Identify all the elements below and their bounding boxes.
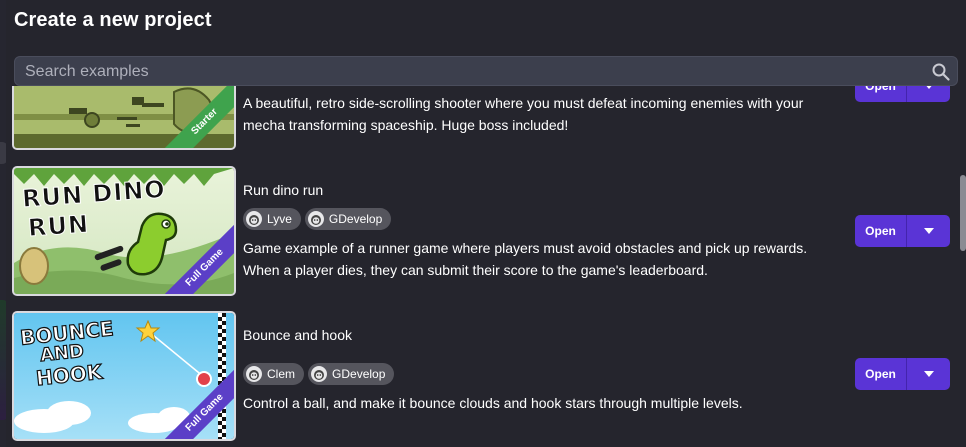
author-chip[interactable]: GDevelop bbox=[304, 208, 392, 230]
list-scrollbar[interactable] bbox=[960, 175, 966, 251]
examples-list: Starter A beautiful, retro side-scrollin… bbox=[6, 86, 956, 447]
chevron-down-icon bbox=[926, 86, 931, 89]
dialog-title: Create a new project bbox=[14, 9, 212, 31]
open-button-split: Open bbox=[855, 86, 950, 102]
example-row-run-dino-run[interactable]: RUN DINO RUN Full Game Run dino run Lyve… bbox=[6, 168, 956, 294]
thumbnail-title-line-2: RUN bbox=[27, 209, 91, 243]
author-chip[interactable]: Clem bbox=[243, 363, 305, 385]
user-avatar-icon bbox=[307, 211, 324, 227]
create-project-dialog: Create a new project Search examples Sta… bbox=[6, 0, 966, 447]
example-thumbnail[interactable]: Starter bbox=[14, 86, 234, 148]
open-button[interactable]: Open bbox=[855, 215, 907, 247]
author-name: Lyve bbox=[267, 212, 292, 226]
author-chip[interactable]: Lyve bbox=[243, 208, 301, 230]
author-name: GDevelop bbox=[332, 367, 386, 381]
author-chips: Clem GDevelop bbox=[243, 363, 395, 385]
open-button[interactable]: Open bbox=[855, 358, 907, 390]
open-dropdown-button[interactable] bbox=[907, 86, 950, 102]
author-name: Clem bbox=[267, 367, 296, 381]
open-button[interactable]: Open bbox=[855, 86, 907, 102]
user-avatar-icon bbox=[311, 366, 328, 382]
open-button-split: Open bbox=[855, 358, 950, 390]
example-title: Bounce and hook bbox=[243, 327, 352, 343]
example-thumbnail[interactable]: BOUNCE AND HOOK Full Game bbox=[14, 313, 234, 439]
user-avatar-icon bbox=[246, 366, 262, 382]
example-description: Game example of a runner game where play… bbox=[243, 240, 808, 278]
search-bar bbox=[14, 56, 958, 87]
author-name: GDevelop bbox=[328, 212, 383, 226]
author-chips: Lyve GDevelop bbox=[243, 208, 392, 230]
open-button-split: Open bbox=[855, 215, 950, 247]
example-title: Run dino run bbox=[243, 182, 324, 198]
example-description: Control a ball, and make it bounce cloud… bbox=[243, 395, 743, 411]
open-dropdown-button[interactable] bbox=[907, 358, 950, 390]
example-row-bounce-and-hook[interactable]: BOUNCE AND HOOK Full Game Bounce and hoo… bbox=[6, 313, 956, 439]
search-icon[interactable] bbox=[931, 62, 951, 82]
chevron-down-icon bbox=[923, 228, 934, 234]
chevron-down-icon bbox=[923, 371, 934, 377]
example-row-shooter[interactable]: Starter A beautiful, retro side-scrollin… bbox=[6, 86, 956, 162]
example-thumbnail[interactable]: RUN DINO RUN Full Game bbox=[14, 168, 234, 294]
user-avatar-icon bbox=[246, 211, 262, 227]
open-dropdown-button[interactable] bbox=[907, 215, 950, 247]
example-description: A beautiful, retro side-scrolling shoote… bbox=[243, 95, 804, 133]
search-input[interactable] bbox=[23, 57, 907, 87]
author-chip[interactable]: GDevelop bbox=[308, 363, 395, 385]
